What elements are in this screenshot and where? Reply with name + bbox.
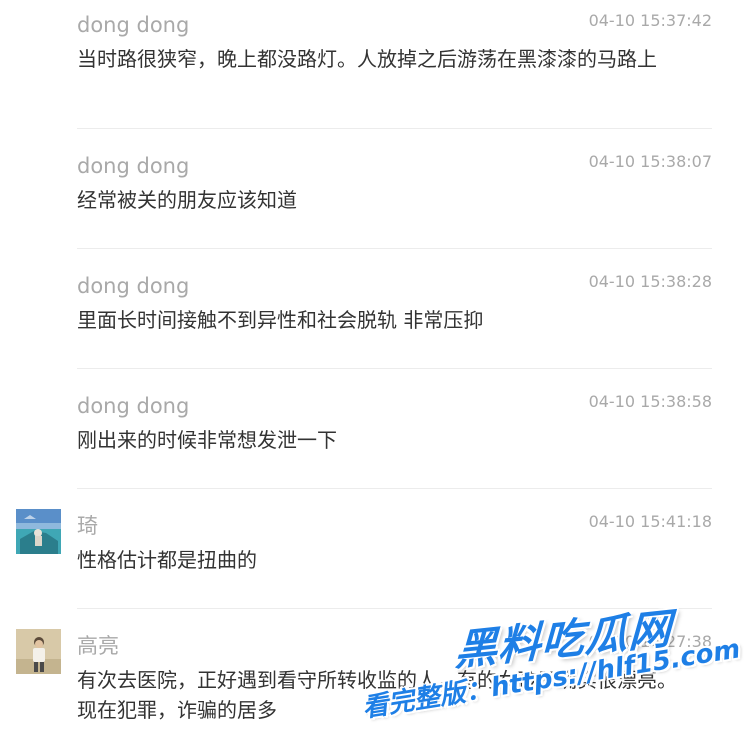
comment-text: 当时路很狭窄，晚上都没路灯。人放掉之后游荡在黑漆漆的马路上: [77, 47, 657, 71]
user-avatar[interactable]: [16, 509, 61, 554]
comment-divider: [77, 128, 712, 129]
comment-item: dong dong 04-10 15:37:42 当时路很狭窄，晚上都没路灯。人…: [0, 0, 744, 129]
comment-timestamp: 04-10 15:38:58: [588, 392, 712, 411]
comment-timestamp: 04-10 15:38:28: [588, 272, 712, 291]
comment-author[interactable]: dong dong: [77, 10, 189, 40]
comment-item: dong dong 04-10 15:38:28 里面长时间接触不到异性和社会脱…: [0, 261, 744, 369]
comment-divider: [77, 248, 712, 249]
comment-timestamp: 04-10 16:27:38: [588, 632, 712, 651]
comment-text: 性格估计都是扭曲的: [77, 548, 257, 572]
comment-text: 经常被关的朋友应该知道: [77, 188, 297, 212]
comment-author[interactable]: 高亮: [77, 631, 119, 661]
comment-item: dong dong 04-10 15:38:07 经常被关的朋友应该知道: [0, 141, 744, 249]
comment-text: 刚出来的时候非常想发泄一下: [77, 428, 337, 452]
avatar-person-image: [16, 629, 61, 674]
comment-author[interactable]: 琦: [77, 511, 98, 541]
comment-timestamp: 04-10 15:41:18: [588, 512, 712, 531]
avatar-beach-image: [16, 509, 61, 554]
user-avatar[interactable]: [16, 629, 61, 674]
comment-item: dong dong 04-10 15:38:58 刚出来的时候非常想发泄一下: [0, 381, 744, 489]
comment-divider: [77, 608, 712, 609]
comment-text: 有次去医院，正好遇到看守所转收监的人，有的女孩子确实很漂亮。现在犯罪，诈骗的居多: [77, 668, 677, 722]
comment-divider: [77, 368, 712, 369]
comment-author[interactable]: dong dong: [77, 271, 189, 301]
comment-divider: [77, 488, 712, 489]
comment-timestamp: 04-10 15:37:42: [588, 11, 712, 30]
comment-author[interactable]: dong dong: [77, 151, 189, 181]
comment-item: 高亮 04-10 16:27:38 有次去医院，正好遇到看守所转收监的人，有的女…: [0, 621, 744, 747]
comment-item: 琦 04-10 15:41:18 性格估计都是扭曲的: [0, 501, 744, 609]
comment-timestamp: 04-10 15:38:07: [588, 152, 712, 171]
comment-author[interactable]: dong dong: [77, 391, 189, 421]
comment-text: 里面长时间接触不到异性和社会脱轨 非常压抑: [77, 308, 484, 332]
